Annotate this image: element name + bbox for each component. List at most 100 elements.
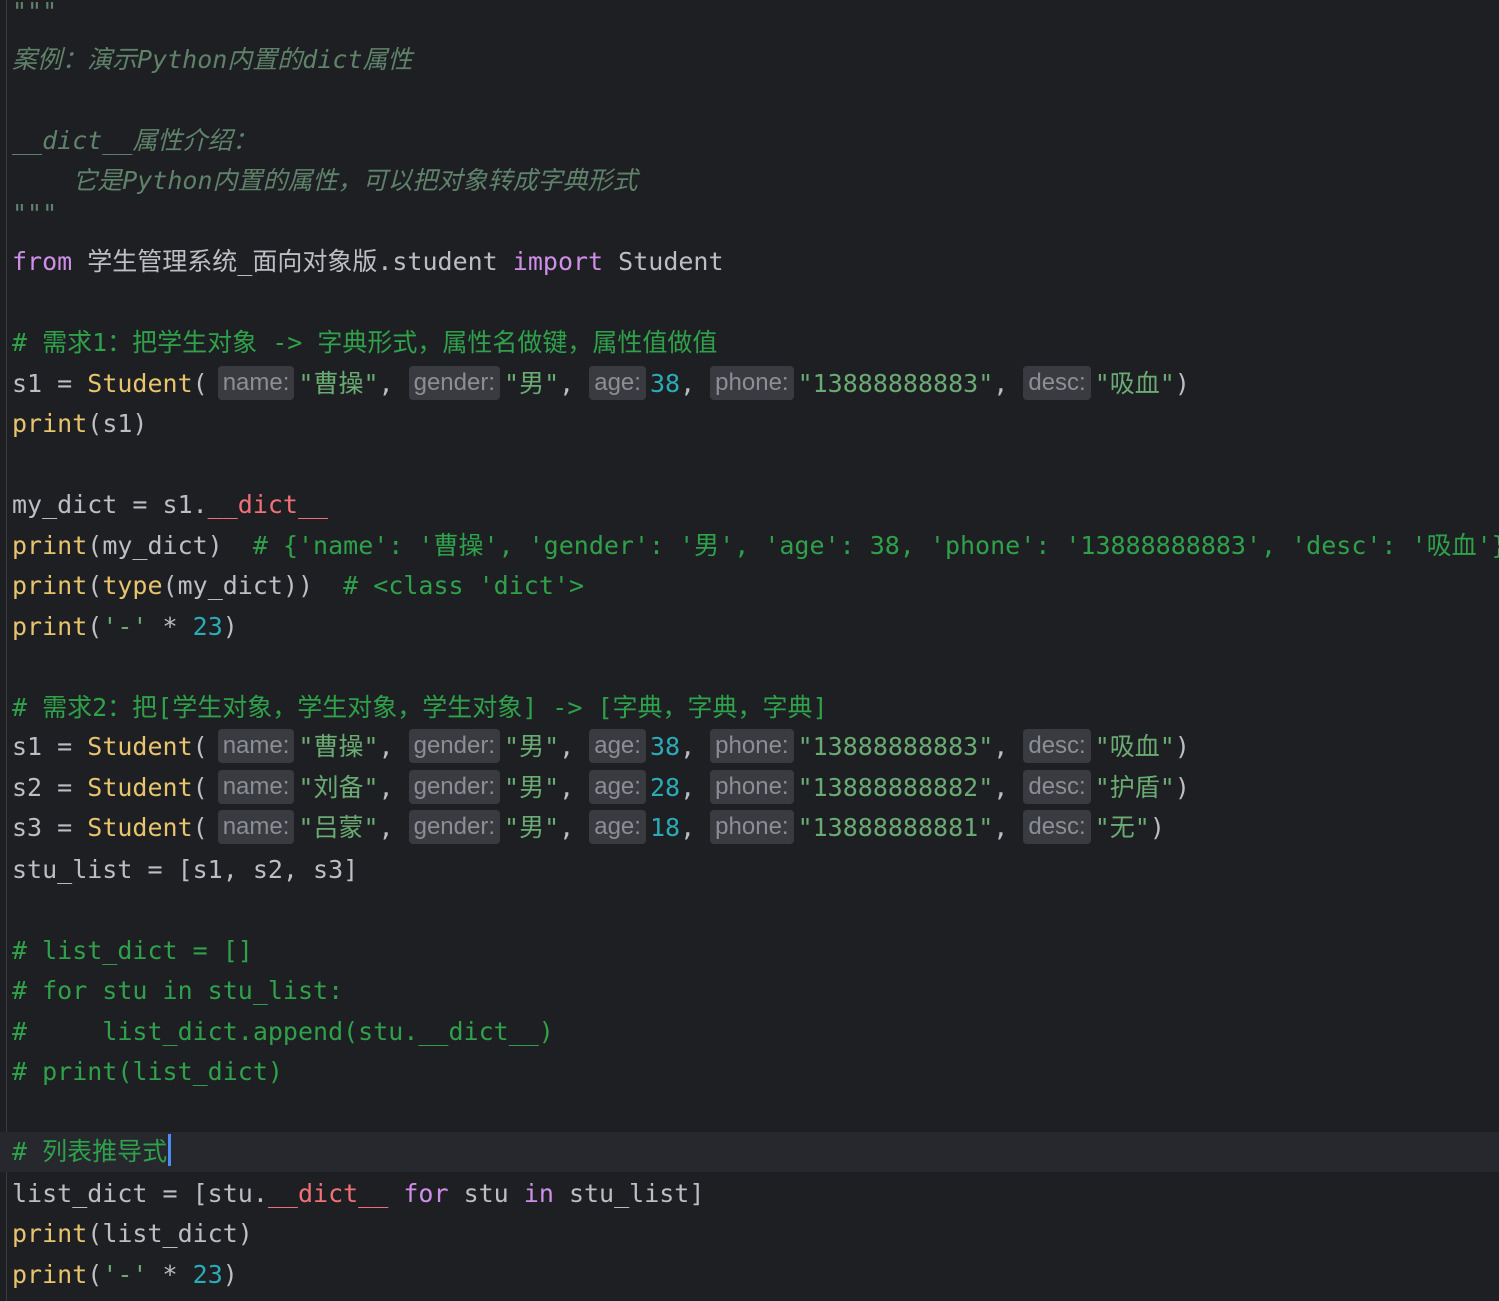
arg-name: "曹操" [298, 732, 379, 761]
code-line-student-s3[interactable]: s3 = Student(name: "吕蒙", gender: "男", age:… [12, 808, 1165, 848]
param-hint-name: name: [217, 366, 295, 400]
assignment: my_dict = s1. [12, 490, 208, 519]
code-line-stu-list[interactable]: stu_list = [s1, s2, s3] [12, 850, 358, 890]
param-hint-phone: phone: [710, 770, 794, 804]
number-literal: 23 [192, 1260, 223, 1289]
code-editor[interactable]: """ 案例：演示Python内置的dict属性 __dict__属性介绍： 它… [0, 0, 1499, 1301]
class-call: Student [87, 813, 193, 842]
keyword-in: in [523, 1179, 554, 1208]
class-call: Student [87, 369, 193, 398]
dunder-dict: __dict__ [267, 1179, 389, 1208]
code-line-docstring-heading[interactable]: __dict__属性介绍： [12, 121, 257, 161]
builtin-print: print [12, 1260, 88, 1289]
builtin-print: print [12, 1219, 88, 1248]
comment-text: # for stu in stu_list: [12, 976, 344, 1005]
code-line-student-s2[interactable]: s2 = Student(name: "刘备", gender: "男", age:… [12, 768, 1190, 808]
code-line-comment-print[interactable]: # print(list_dict) [12, 1052, 283, 1092]
code-line-import[interactable]: from 学生管理系统_面向对象版.student import Student [12, 242, 724, 282]
code-line-comment-comprehension[interactable]: # 列表推导式 [12, 1132, 172, 1172]
keyword-import: import [512, 247, 604, 276]
string-literal: '-' [102, 1260, 148, 1289]
param-hint-gender: gender: [408, 770, 501, 804]
param-hint-gender: gender: [408, 366, 501, 400]
code-line-print-list-dict[interactable]: print(list_dict) [12, 1214, 253, 1254]
code-line-comment-req2[interactable]: # 需求2：把[学生对象，学生对象，学生对象] -> [字典，字典，字典] [12, 688, 828, 728]
param-hint-name: name: [217, 770, 295, 804]
keyword-for: for [403, 1179, 449, 1208]
arg-desc: "吸血" [1094, 732, 1175, 761]
number-literal: 23 [192, 612, 223, 641]
arg-age: 28 [649, 773, 681, 802]
docstring-quotes: """ [12, 0, 58, 26]
docstring-quotes: """ [12, 199, 58, 228]
assignment: stu_list = [s1, s2, s3] [12, 855, 359, 884]
param-hint-age: age: [589, 810, 646, 844]
comment-text: # 需求2：把[学生对象，学生对象，学生对象] -> [字典，字典，字典] [12, 693, 828, 722]
arg-gender: "男" [504, 732, 560, 761]
code-line-print-my-dict[interactable]: print(my_dict) # {'name': '曹操', 'gender'… [12, 526, 1499, 566]
param-hint-phone: phone: [710, 729, 794, 763]
param-hint-gender: gender: [408, 729, 501, 763]
arg-age: 18 [649, 813, 681, 842]
arg-gender: "男" [504, 369, 560, 398]
operator: * [147, 1260, 193, 1289]
arg-gender: "男" [504, 813, 560, 842]
code-line-comment-list-dict[interactable]: # list_dict = [] [12, 931, 253, 971]
code-line-comment-req1[interactable]: # 需求1：把学生对象 -> 字典形式，属性名做键，属性值做值 [12, 323, 717, 363]
variable-name: s1 [12, 369, 43, 398]
param-hint-name: name: [217, 729, 295, 763]
code-line-docstring-close[interactable]: """ [12, 194, 57, 234]
code-line-docstring-desc[interactable]: 它是Python内置的属性，可以把对象转成字典形式 [12, 161, 638, 201]
comment-output: # <class 'dict'> [343, 571, 584, 600]
comment-text: # 列表推导式 [12, 1137, 168, 1166]
call-args: (my_dict) [87, 531, 253, 560]
code-line-my-dict[interactable]: my_dict = s1.__dict__ [12, 485, 328, 525]
code-line-print-separator-2[interactable]: print('-' * 23) [12, 1255, 238, 1295]
arg-name: "曹操" [298, 369, 379, 398]
code-line-comprehension[interactable]: list_dict = [stu.__dict__ for stu in stu… [12, 1174, 704, 1214]
arg-phone: "13888888883" [797, 732, 994, 761]
code-line-comment-for[interactable]: # for stu in stu_list: [12, 971, 343, 1011]
code-line-print-type[interactable]: print(type(my_dict)) # <class 'dict'> [12, 566, 584, 606]
arg-desc: "吸血" [1094, 369, 1175, 398]
param-hint-phone: phone: [710, 810, 794, 844]
class-call: Student [87, 732, 193, 761]
call-args: (list_dict) [87, 1219, 253, 1248]
builtin-print: print [12, 409, 88, 438]
comment-text: # 需求1：把学生对象 -> 字典形式，属性名做键，属性值做值 [12, 328, 718, 357]
arg-age: 38 [649, 369, 681, 398]
param-hint-age: age: [589, 770, 646, 804]
docstring-heading: __dict__属性介绍： [12, 126, 258, 155]
dunder-dict: __dict__ [207, 490, 329, 519]
param-hint-desc: desc: [1023, 729, 1091, 763]
arg-desc: "护盾" [1094, 773, 1175, 802]
string-literal: '-' [102, 612, 148, 641]
variable-name: s2 [12, 773, 43, 802]
param-hint-desc: desc: [1023, 770, 1091, 804]
arg-gender: "男" [504, 773, 560, 802]
param-hint-name: name: [217, 810, 295, 844]
builtin-print: print [12, 531, 88, 560]
docstring-description: 它是Python内置的属性，可以把对象转成字典形式 [12, 166, 638, 195]
comment-text: # print(list_dict) [12, 1057, 283, 1086]
code-line-docstring-open[interactable]: """ [12, 0, 57, 32]
arg-name: "刘备" [298, 773, 379, 802]
text-caret [168, 1134, 172, 1166]
code-line-student-s1[interactable]: s1 = Student(name: "曹操", gender: "男", age:… [12, 364, 1190, 404]
code-line-comment-append[interactable]: # list_dict.append(stu.__dict__) [12, 1012, 554, 1052]
comment-output: # {'name': '曹操', 'gender': '男', 'age': 3… [252, 531, 1499, 560]
builtin-type: type [102, 571, 163, 600]
keyword-from: from [12, 247, 73, 276]
code-line-docstring-title[interactable]: 案例：演示Python内置的dict属性 [12, 40, 413, 80]
code-line-print-s1[interactable]: print(s1) [12, 404, 147, 444]
arg-age: 38 [649, 732, 681, 761]
assignment: list_dict = [stu. [12, 1179, 268, 1208]
code-line-student-s1-b[interactable]: s1 = Student(name: "曹操", gender: "男", age:… [12, 727, 1190, 767]
code-line-print-separator[interactable]: print('-' * 23) [12, 607, 238, 647]
gutter-divider [6, 0, 7, 1301]
comment-text: # list_dict = [] [12, 936, 253, 965]
import-name: Student [603, 247, 724, 276]
call-args: (s1) [87, 409, 148, 438]
module-path: 学生管理系统_面向对象版.student [72, 247, 513, 276]
arg-name: "吕蒙" [298, 813, 379, 842]
